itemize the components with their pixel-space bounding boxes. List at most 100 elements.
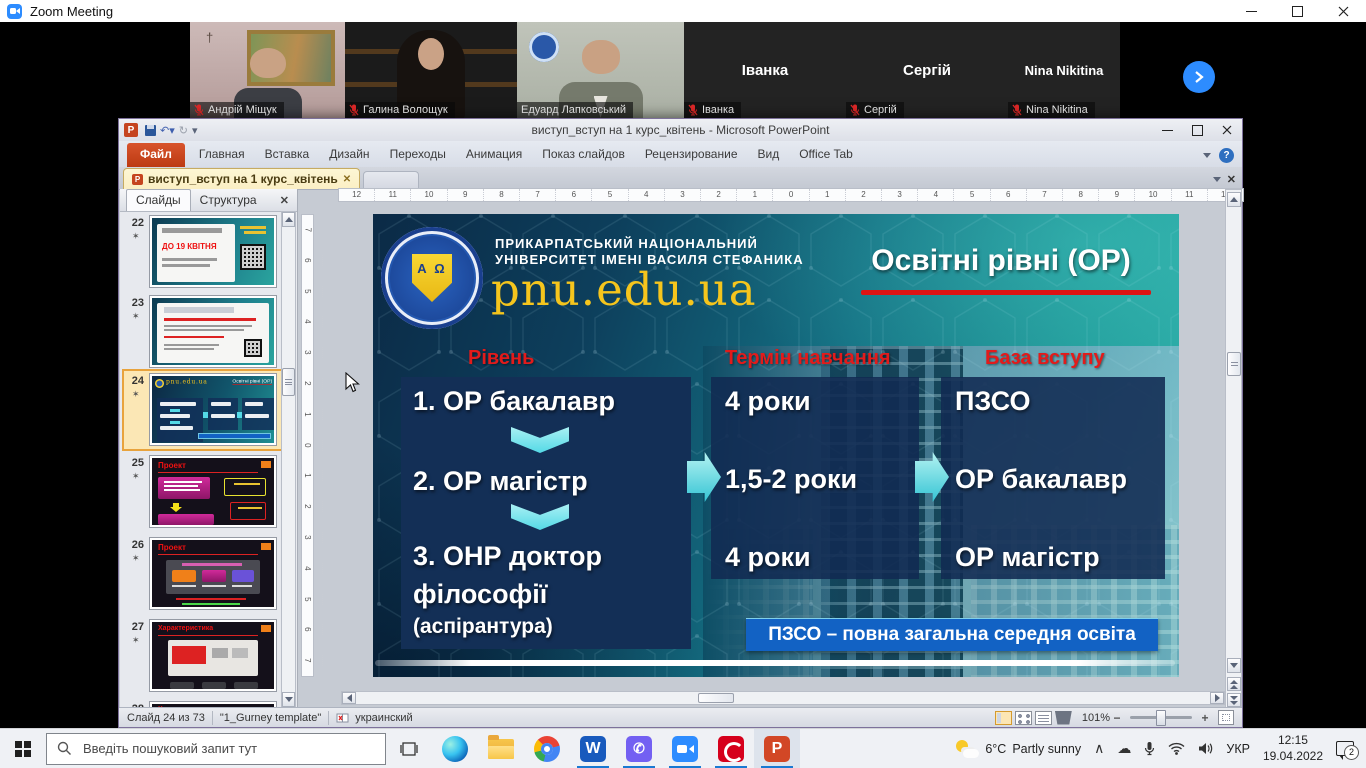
scrollbar-thumb[interactable]	[1227, 352, 1241, 376]
zoom-minimize-button[interactable]	[1228, 0, 1274, 22]
basis-box[interactable]: ПЗСО ОР бакалавр ОР магістр	[941, 377, 1165, 579]
ribbon-tab-file[interactable]: Файл	[127, 143, 185, 167]
column-header-basis[interactable]: База вступу	[985, 347, 1105, 370]
tab-bar-close-icon[interactable]: ✕	[1227, 173, 1236, 186]
participant-video-2[interactable]: Галина Волощук	[345, 22, 517, 118]
tray-expand-chevron-icon[interactable]: ∧	[1094, 740, 1104, 757]
fit-slide-button[interactable]	[1218, 710, 1234, 725]
scrollbar-thumb[interactable]	[698, 693, 734, 703]
participant-tile-6[interactable]: Nina Nikitina Nina Nikitina	[1008, 22, 1120, 118]
windows-logo-icon	[15, 741, 31, 757]
previous-slide-button[interactable]	[1227, 677, 1241, 691]
ribbon-tab-insert[interactable]: Вставка	[255, 142, 320, 167]
expand-ribbon-icon[interactable]	[1203, 153, 1211, 158]
microphone-icon[interactable]	[1144, 741, 1155, 756]
normal-view-button[interactable]	[995, 711, 1012, 725]
volume-icon[interactable]	[1198, 742, 1213, 755]
next-participants-button[interactable]	[1183, 61, 1215, 93]
ribbon-tab-officetab[interactable]: Office Tab	[789, 142, 863, 167]
slide-thumbnail-26[interactable]: 26 ✶ Проект	[124, 535, 282, 613]
language-indicator[interactable]: УКР	[1226, 742, 1250, 756]
slide-thumbnail-27[interactable]: 27 ✶ Характеристика	[124, 617, 282, 695]
zoom-close-button[interactable]	[1320, 0, 1366, 22]
participant-video-1[interactable]: † Андрій Міщук	[190, 22, 345, 118]
ppt-close-button[interactable]	[1212, 119, 1242, 141]
panel-tab-outline[interactable]: Структура	[191, 190, 266, 211]
taskbar-zoom-button[interactable]	[662, 729, 708, 768]
clock[interactable]: 12:15 19.04.2022	[1263, 733, 1323, 764]
action-center-button[interactable]: 2	[1336, 740, 1356, 758]
participant-tile-5[interactable]: Сергій Сергій	[846, 22, 1008, 118]
onedrive-cloud-icon[interactable]: ☁	[1117, 740, 1131, 757]
tab-list-dropdown-icon[interactable]	[1213, 177, 1221, 182]
participant-video-3-active-speaker[interactable]: Едуард Лапковський	[517, 22, 684, 118]
taskbar-redapp-button[interactable]	[708, 729, 754, 768]
zoom-maximize-button[interactable]	[1274, 0, 1320, 22]
editor-vertical-scrollbar[interactable]	[1225, 189, 1242, 708]
help-button[interactable]: ?	[1219, 148, 1234, 163]
slide-thumbnail-22[interactable]: 22 ✶ ДО 19 КВІТНЯ	[124, 213, 282, 291]
new-document-tab[interactable]	[363, 171, 419, 189]
ribbon-tab-transitions[interactable]: Переходы	[380, 142, 456, 167]
zoom-out-button[interactable]: −	[1110, 711, 1124, 725]
redo-button[interactable]: ↻	[179, 124, 188, 137]
ppt-minimize-button[interactable]	[1152, 119, 1182, 141]
scroll-left-button[interactable]	[342, 692, 356, 704]
taskbar-powerpoint-button[interactable]: P	[754, 729, 800, 768]
search-input[interactable]	[81, 740, 365, 757]
ppt-maximize-button[interactable]	[1182, 119, 1212, 141]
levels-box[interactable]: 1. ОР бакалавр 2. ОР магістр 3. ОНР докт…	[401, 377, 691, 649]
university-logo[interactable]: Α Ω	[381, 227, 483, 329]
university-site[interactable]: pnu.edu.ua	[491, 263, 757, 316]
editor-horizontal-scrollbar[interactable]	[341, 691, 1225, 705]
participant-tile-4[interactable]: Іванка Іванка	[684, 22, 846, 118]
scroll-down-button[interactable]	[282, 692, 295, 707]
task-view-button[interactable]	[386, 729, 432, 768]
slide-canvas[interactable]: Α Ω ПРИКАРПАТСЬКИЙ НАЦІОНАЛЬНИЙ УНІВЕРСИ…	[373, 214, 1179, 677]
spellcheck-icon[interactable]	[336, 712, 350, 724]
column-header-level[interactable]: Рівень	[468, 347, 534, 370]
scroll-up-button[interactable]	[1227, 192, 1241, 207]
ribbon-tab-slideshow[interactable]: Показ слайдов	[532, 142, 635, 167]
slide-sorter-view-button[interactable]	[1015, 711, 1032, 725]
wifi-icon[interactable]	[1168, 742, 1185, 755]
scroll-down-button[interactable]	[1227, 658, 1241, 673]
language-indicator[interactable]: украинский	[355, 712, 412, 724]
scroll-right-button[interactable]	[1210, 692, 1224, 704]
slide-thumbnail-25[interactable]: 25 ✶ Проект	[124, 453, 282, 531]
ribbon-tab-design[interactable]: Дизайн	[319, 142, 379, 167]
document-tab-close-icon[interactable]: ✕	[343, 174, 351, 185]
slide-thumbnail-24-selected[interactable]: 24 ✶ pnu.edu.ua Освітні рівні (ОР)	[124, 371, 282, 449]
next-slide-button[interactable]	[1227, 693, 1241, 707]
wall-emblem-decor	[529, 32, 559, 62]
slide-title[interactable]: Освітні рівні (ОР)	[851, 244, 1151, 278]
panel-close-icon[interactable]: ✕	[280, 194, 289, 207]
column-header-term[interactable]: Термін навчання	[725, 347, 891, 370]
taskbar-chrome-button[interactable]	[524, 729, 570, 768]
terms-box[interactable]: 4 роки 1,5-2 роки 4 роки	[711, 377, 919, 579]
zoom-slider-thumb[interactable]	[1156, 710, 1166, 726]
zoom-in-button[interactable]: +	[1198, 711, 1212, 725]
reading-view-button[interactable]	[1035, 711, 1052, 725]
taskbar-search[interactable]	[46, 733, 386, 765]
qat-customize-button[interactable]: ▾	[192, 124, 198, 137]
panel-tab-slides[interactable]: Слайды	[126, 189, 191, 211]
slideshow-view-button[interactable]	[1055, 711, 1072, 725]
weather-widget[interactable]: 6°C Partly sunny	[955, 740, 1081, 758]
start-button[interactable]	[0, 729, 46, 768]
ribbon-tab-review[interactable]: Рецензирование	[635, 142, 748, 167]
slide-thumbnail-23[interactable]: 23 ✶	[124, 293, 282, 371]
taskbar-word-button[interactable]: W	[570, 729, 616, 768]
taskbar-edge-button[interactable]	[432, 729, 478, 768]
vertical-ruler: 765432101234567	[301, 214, 314, 677]
ribbon-tab-view[interactable]: Вид	[748, 142, 790, 167]
ribbon-tab-home[interactable]: Главная	[189, 142, 255, 167]
ribbon-tab-animations[interactable]: Анимация	[456, 142, 532, 167]
zoom-slider[interactable]	[1130, 716, 1192, 719]
save-button[interactable]	[145, 125, 156, 136]
footnote-bar[interactable]: ПЗСО – повна загальна середня освіта	[746, 618, 1158, 651]
taskbar-explorer-button[interactable]	[478, 729, 524, 768]
document-tab-active[interactable]: P виступ_вступ на 1 курс_квітень ✕	[123, 168, 360, 189]
taskbar-viber-button[interactable]: ✆	[616, 729, 662, 768]
undo-button[interactable]: ↶▾	[160, 124, 175, 137]
